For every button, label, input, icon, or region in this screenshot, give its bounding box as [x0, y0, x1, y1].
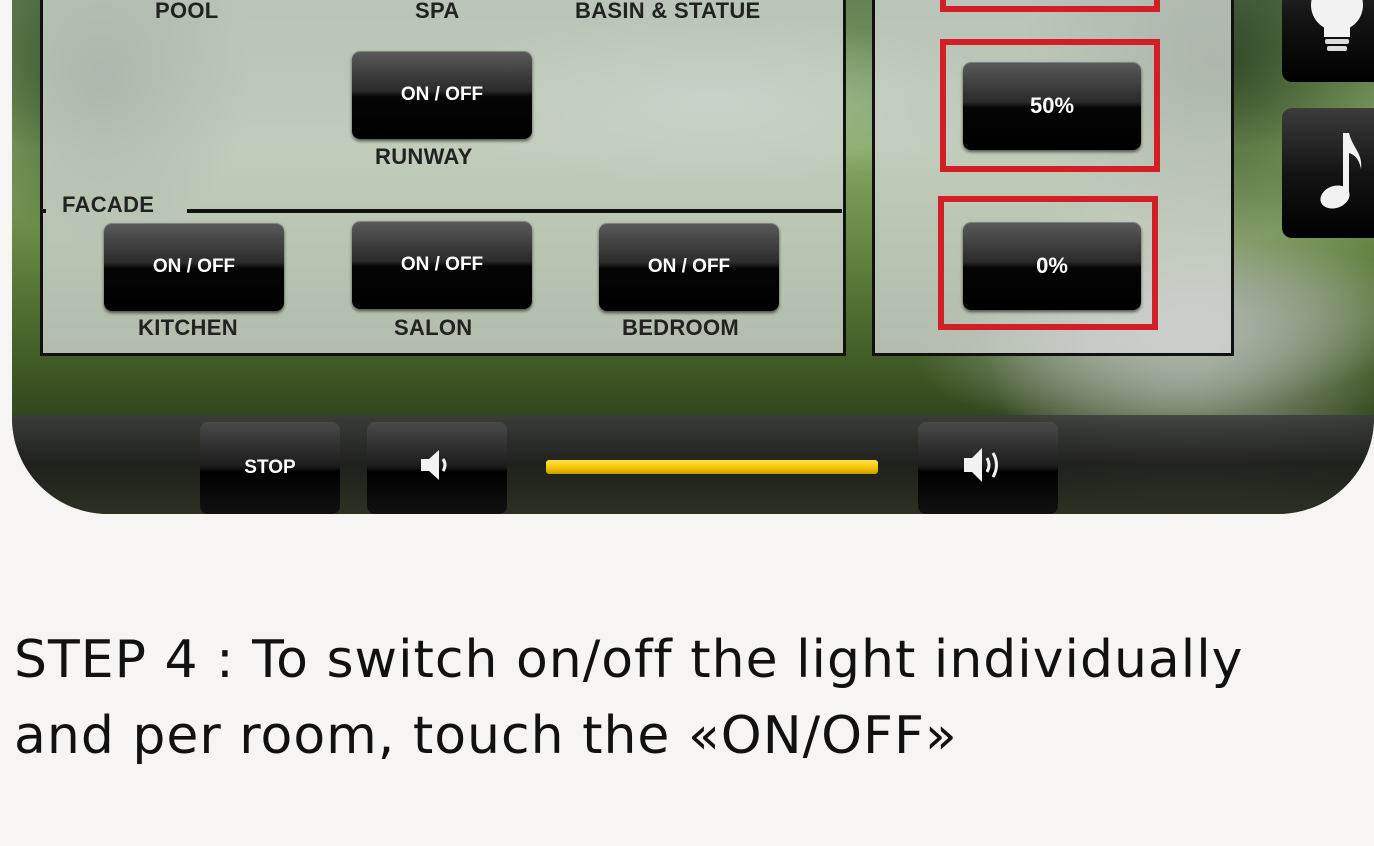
- lighting-menu-button[interactable]: [1282, 0, 1374, 82]
- room-label-kitchen: KITCHEN: [138, 315, 238, 340]
- runway-on-off-button[interactable]: ON / OFF: [352, 51, 532, 139]
- stop-button[interactable]: STOP: [200, 422, 340, 514]
- lightbulb-icon: [1307, 0, 1367, 64]
- volume-down-icon: [417, 445, 457, 491]
- salon-on-off-button[interactable]: ON / OFF: [352, 221, 532, 309]
- zone-label-basin: BASIN & STATUE: [575, 0, 761, 23]
- room-label-salon: SALON: [394, 315, 473, 340]
- volume-slider[interactable]: [546, 460, 878, 474]
- music-note-icon: [1307, 127, 1367, 220]
- kitchen-on-off-button[interactable]: ON / OFF: [104, 223, 284, 311]
- zone-label-pool: POOL: [155, 0, 219, 23]
- zone-label-spa: SPA: [415, 0, 460, 23]
- volume-level-fill: [546, 460, 878, 474]
- instruction-caption: STEP 4 : To switch on/off the light indi…: [14, 622, 1364, 774]
- facade-divider-tick: [40, 209, 46, 213]
- volume-up-icon: [960, 443, 1016, 493]
- zone-label-facade: FACADE: [62, 192, 155, 217]
- facade-divider: [187, 209, 842, 213]
- caption-line-2: and per room, touch the «ON/OFF»: [14, 706, 958, 766]
- volume-up-button[interactable]: [918, 422, 1058, 514]
- bedroom-on-off-button[interactable]: ON / OFF: [599, 223, 779, 311]
- caption-line-1: STEP 4 : To switch on/off the light indi…: [14, 630, 1244, 690]
- dimmer-0-button[interactable]: 0%: [963, 222, 1141, 310]
- dimmer-50-button[interactable]: 50%: [963, 62, 1141, 150]
- volume-down-button[interactable]: [367, 422, 507, 514]
- highlight-box-top: [940, 0, 1160, 12]
- room-label-bedroom: BEDROOM: [622, 315, 739, 340]
- touchscreen-photo: POOL SPA BASIN & STATUE ON / OFF RUNWAY …: [12, 0, 1374, 514]
- music-menu-button[interactable]: [1282, 108, 1374, 238]
- room-label-runway: RUNWAY: [375, 144, 473, 169]
